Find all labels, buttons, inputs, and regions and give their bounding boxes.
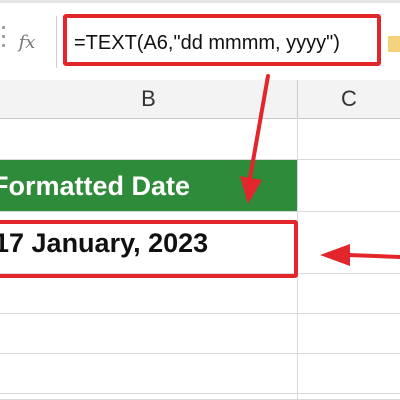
cell[interactable] [298,212,400,273]
formula-highlight-box [63,14,381,66]
table-row [0,118,400,160]
cell[interactable] [298,394,400,399]
cell[interactable] [0,354,298,393]
formula-bar-divider [56,16,57,68]
cell[interactable] [298,314,400,353]
table-row [0,354,400,394]
table-row: Formatted Date [0,160,400,212]
cell[interactable] [298,160,400,211]
fx-icon[interactable]: fx [10,28,44,58]
column-header-c[interactable]: C [298,80,400,118]
cell[interactable] [0,274,298,313]
header-cell[interactable]: Formatted Date [0,160,298,211]
cell[interactable] [298,118,400,159]
column-headers: B C [0,80,400,119]
cell[interactable] [0,394,298,399]
date-highlight-box [0,220,298,278]
cell[interactable] [0,118,298,159]
table-row [0,274,400,314]
table-row [0,314,400,354]
table-row [0,394,400,400]
formula-bar: fx =TEXT(A6,"dd mmmm, yyyy") [0,0,400,81]
column-header-label: B [141,86,156,111]
column-header-b[interactable]: B [0,80,298,118]
cell[interactable] [298,274,400,313]
cell[interactable] [0,314,298,353]
partial-icon [388,36,400,52]
cell[interactable] [298,354,400,393]
toolbar-divider [0,0,400,3]
column-header-label: C [341,86,357,111]
resize-handle[interactable] [0,20,8,68]
